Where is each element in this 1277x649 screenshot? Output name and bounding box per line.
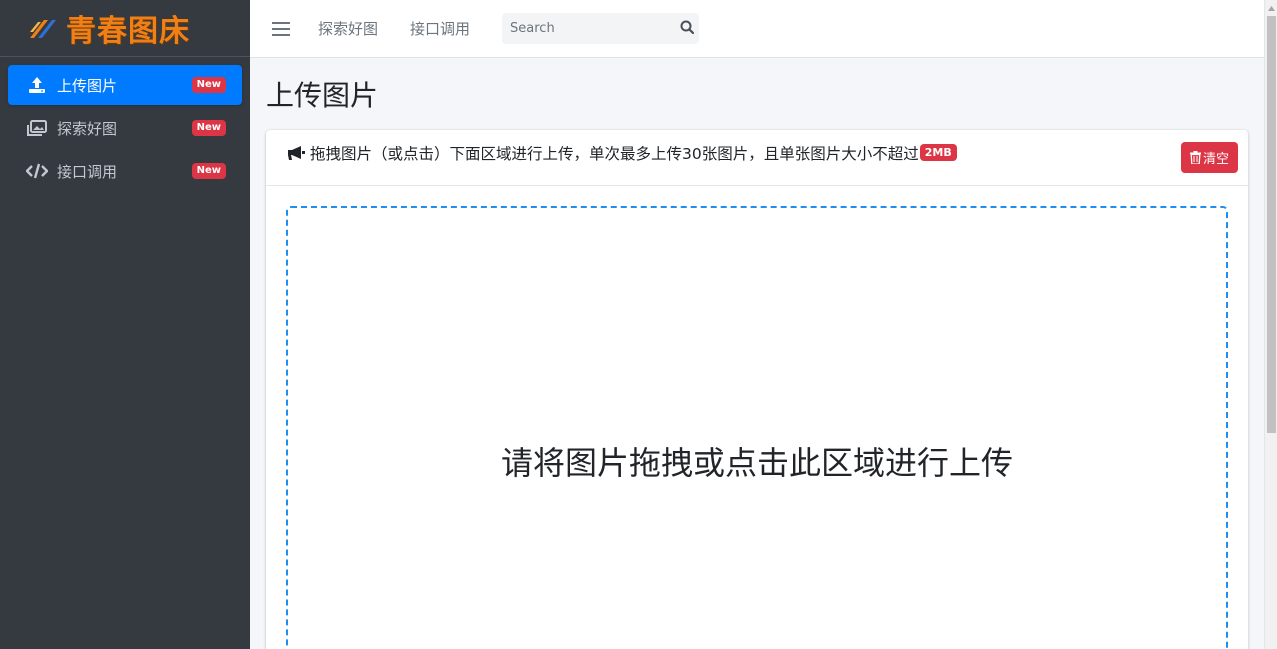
menu-toggle-icon[interactable] bbox=[272, 21, 290, 36]
search-box bbox=[502, 13, 700, 44]
dropzone-text: 请将图片拖拽或点击此区域进行上传 bbox=[500, 444, 1013, 482]
new-badge: New bbox=[191, 77, 226, 93]
sidebar-item-explore[interactable]: 探索好图 New bbox=[8, 108, 242, 148]
brand-name: 青春图床 bbox=[66, 14, 190, 49]
size-limit-badge: 2MB bbox=[919, 144, 957, 161]
bullhorn-icon bbox=[286, 145, 306, 161]
upload-notice: 拖拽图片（或点击）下面区域进行上传，单次最多上传30张图片，且单张图片大小不超过… bbox=[286, 142, 957, 164]
sidebar-item-upload[interactable]: 上传图片 New bbox=[8, 65, 242, 105]
sidebar-item-api[interactable]: 接口调用 New bbox=[8, 151, 242, 191]
images-icon bbox=[26, 118, 48, 138]
header-link-explore[interactable]: 探索好图 bbox=[318, 18, 378, 39]
upload-icon bbox=[26, 75, 48, 95]
sidebar-item-label: 探索好图 bbox=[57, 119, 118, 138]
search-input[interactable] bbox=[510, 21, 681, 36]
search-icon[interactable] bbox=[680, 19, 695, 38]
vertical-scrollbar[interactable] bbox=[1264, 0, 1277, 649]
header-link-api[interactable]: 接口调用 bbox=[410, 18, 470, 39]
brand[interactable]: 青春图床 bbox=[0, 0, 250, 57]
clear-button-label: 清空 bbox=[1202, 151, 1229, 166]
clear-button[interactable]: 清空 bbox=[1180, 142, 1238, 173]
scroll-up-icon[interactable] bbox=[1267, 2, 1276, 14]
new-badge: New bbox=[191, 120, 226, 136]
code-icon bbox=[26, 161, 48, 181]
sidebar-item-label: 上传图片 bbox=[57, 76, 118, 95]
card-header: 拖拽图片（或点击）下面区域进行上传，单次最多上传30张图片，且单张图片大小不超过… bbox=[266, 130, 1248, 186]
sidebar-nav: 上传图片 New 探索好图 New 接口调用 New bbox=[0, 57, 250, 202]
upload-notice-text: 拖拽图片（或点击）下面区域进行上传，单次最多上传30张图片，且单张图片大小不超过 bbox=[310, 144, 919, 163]
brand-logo-icon bbox=[30, 20, 56, 38]
scrollbar-thumb[interactable] bbox=[1267, 16, 1276, 433]
upload-card: 拖拽图片（或点击）下面区域进行上传，单次最多上传30张图片，且单张图片大小不超过… bbox=[266, 130, 1248, 649]
top-navbar: 探索好图 接口调用 bbox=[250, 0, 1264, 58]
trash-icon bbox=[1189, 151, 1201, 164]
page-title: 上传图片 bbox=[266, 79, 379, 112]
sidebar-item-label: 接口调用 bbox=[57, 162, 118, 181]
sidebar: 青春图床 上传图片 New 探索好图 New 接口调用 New bbox=[0, 0, 250, 649]
upload-dropzone[interactable]: 请将图片拖拽或点击此区域进行上传 bbox=[286, 206, 1228, 649]
content-wrapper: 上传图片 拖拽图片（或点击）下面区域进行上传，单次最多上传30张图片，且单张图片… bbox=[250, 58, 1264, 649]
new-badge: New bbox=[191, 163, 226, 179]
